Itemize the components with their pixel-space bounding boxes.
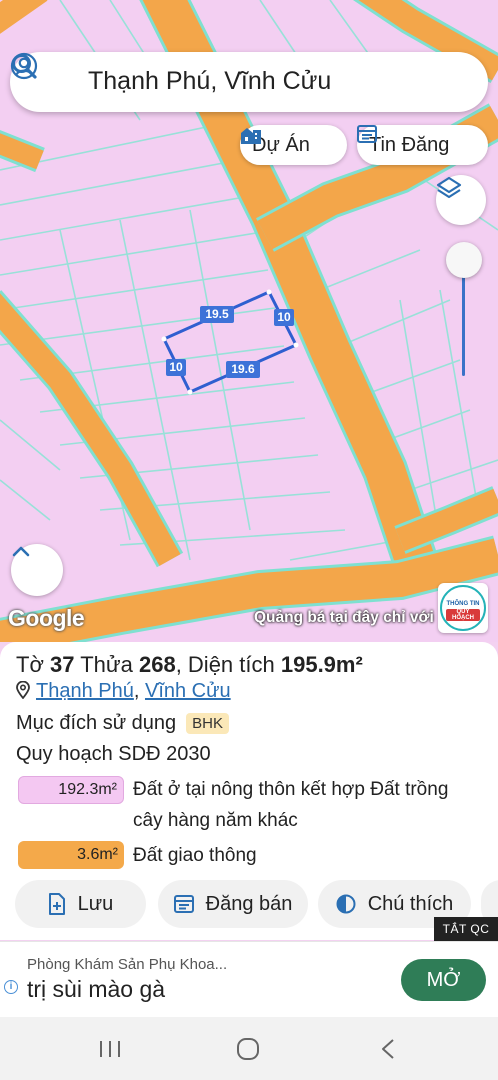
legend-label: Chú thích [367, 892, 454, 915]
zone-area-residential: 192.3m² [18, 776, 124, 804]
listing-icon [173, 895, 194, 913]
purpose-label: Mục đích sử dụng [16, 712, 177, 734]
planning-title: Quy hoạch SDĐ 2030 [16, 743, 211, 765]
home-icon[interactable] [236, 1037, 260, 1061]
purpose-code-badge: BHK [186, 713, 229, 734]
recent-apps-icon[interactable] [98, 1039, 122, 1059]
post-sale-label: Đăng bán [205, 892, 293, 915]
layers-icon [436, 176, 462, 199]
tin-dang-chip[interactable]: Tin Đăng [357, 125, 488, 165]
tin-dang-label: Tin Đăng [369, 133, 450, 156]
parcel-title: Tờ 37 Thửa 268, Diện tích 195.9m² [16, 652, 363, 677]
save-label: Lưu [77, 892, 114, 915]
map-view[interactable]: 19.5 10 10 19.6 Thạnh Phú, Vĩnh Cửu Dự Á… [0, 0, 498, 642]
zoom-slider-handle[interactable] [446, 242, 482, 278]
ad-info-icon[interactable]: i [4, 980, 18, 994]
search-icon[interactable] [10, 52, 38, 80]
ad-headline: trị sùi mào gà [27, 976, 166, 1002]
ad-advertiser: Phòng Khám Sản Phụ Khoa... [27, 956, 228, 973]
planning-info-badge[interactable]: THÔNG TIN QUY HOẠCH [438, 583, 488, 633]
google-logo: Google [8, 605, 85, 631]
badge-line1: THÔNG TIN [446, 601, 480, 607]
zone-area-traffic: 3.6m² [18, 841, 124, 869]
chevron-up-icon [12, 546, 30, 557]
save-button[interactable]: Lưu [15, 880, 146, 928]
edge-label-top: 19.5 [200, 306, 234, 323]
search-query[interactable]: Thạnh Phú, Vĩnh Cửu [88, 67, 331, 96]
contrast-icon [336, 894, 356, 914]
listing-icon [357, 125, 377, 143]
status-bar [0, 0, 498, 48]
zone-desc-traffic: Đất giao thông [133, 845, 257, 866]
close-ads-button[interactable]: TẮT QC [434, 917, 498, 941]
system-nav-bar [0, 1017, 498, 1080]
add-file-icon [48, 893, 65, 915]
layers-button[interactable] [436, 175, 486, 225]
search-bar[interactable]: Thạnh Phú, Vĩnh Cửu [10, 52, 488, 112]
district-link[interactable]: Vĩnh Cửu [145, 680, 231, 702]
building-icon [241, 128, 261, 144]
post-sale-button[interactable]: Đăng bán [158, 880, 308, 928]
parcel-location: Thạnh Phú, Vĩnh Cửu [16, 680, 231, 703]
edge-label-left: 10 [166, 359, 186, 376]
edge-label-right: 10 [274, 309, 294, 326]
map-ad-text[interactable]: Quảng bá tại đây chỉ với [254, 609, 434, 627]
location-separator: , [133, 680, 145, 702]
badge-line2: QUY HOẠCH [446, 609, 480, 621]
zone-desc-residential: Đất ở tại nông thôn kết hợp Đất trồng câ… [133, 779, 449, 831]
land-use-purpose: Mục đích sử dụng BHK [16, 712, 229, 735]
ad-open-button[interactable]: MỞ [401, 959, 486, 1001]
parcel-info-sheet: Tờ 37 Thửa 268, Diện tích 195.9m² Thạnh … [0, 642, 498, 940]
du-an-chip[interactable]: Dự Án [240, 125, 347, 165]
back-icon[interactable] [380, 1038, 396, 1060]
ward-link[interactable]: Thạnh Phú [36, 680, 134, 702]
edge-label-bottom: 19.6 [226, 361, 260, 378]
pin-icon [16, 681, 30, 699]
ad-banner[interactable]: i Phòng Khám Sản Phụ Khoa... trị sùi mào… [0, 941, 498, 1017]
expand-sheet-button[interactable] [11, 544, 63, 596]
